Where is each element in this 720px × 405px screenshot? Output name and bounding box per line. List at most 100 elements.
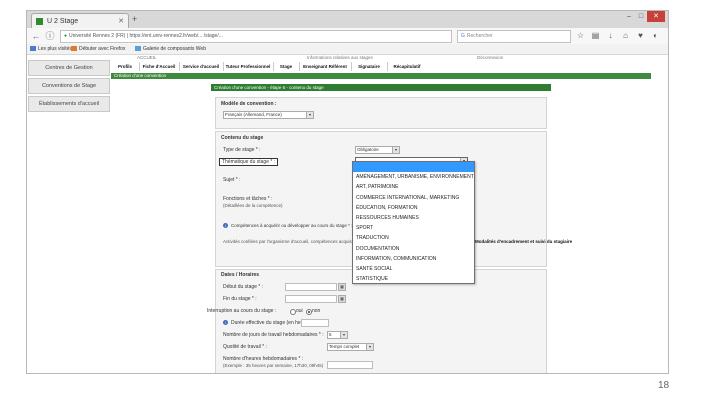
menu-item-welcome-form[interactable]: Fiche d'Accueil xyxy=(139,62,180,71)
tab-bar: U 2 Stage ✕ + – □ ✕ xyxy=(27,11,668,29)
url-text: Université Rennes 2 (FR) | https://ent.u… xyxy=(69,33,223,39)
dropdown-option[interactable]: AMÉNAGEMENT, URBANISME, ENVIRONNEMENT xyxy=(353,172,474,182)
info-icon: i xyxy=(223,320,228,325)
navigation-bar: ← ⓘ ● Université Rennes 2 (FR) | https://… xyxy=(27,28,668,45)
toolbar-icons: ☆ ▤ ↓ ⌂ ♥ ◐ ≡ xyxy=(575,30,668,41)
dropdown-option[interactable]: INFORMATION, COMMUNICATION xyxy=(353,254,474,264)
top-info-home[interactable]: ACCUEIL xyxy=(137,55,157,60)
days-label: Nombre de jours de travail hebdomadaires… xyxy=(223,332,324,338)
dropdown-option[interactable]: DOCUMENTATION xyxy=(353,244,474,254)
start-date-label: Début du stage * : xyxy=(223,284,264,290)
dropdown-option[interactable]: RESSOURCES HUMAINES xyxy=(353,213,474,223)
start-date-input[interactable] xyxy=(285,283,337,291)
dropdown-option[interactable]: STATISTIQUE xyxy=(353,274,474,284)
lock-icon: ● xyxy=(64,33,68,39)
pocket-icon[interactable]: ♥ xyxy=(635,30,646,41)
search-input[interactable]: G Rechercher xyxy=(457,30,571,43)
end-date-input[interactable] xyxy=(285,295,337,303)
dropdown-option[interactable]: SANTÉ SOCIAL xyxy=(353,264,474,274)
menu-item-host-service[interactable]: Service d'accueil xyxy=(179,62,224,71)
site-favicon-icon xyxy=(36,18,43,25)
back-icon[interactable]: ← xyxy=(30,30,42,42)
menu-icon[interactable]: ≡ xyxy=(665,30,668,41)
page-content: ACCUEIL Informations relatives aux stage… xyxy=(27,55,668,373)
dropdown-option[interactable]: SPORT xyxy=(353,223,474,233)
url-bar[interactable]: ● Université Rennes 2 (FR) | https://ent.… xyxy=(60,30,452,43)
minimize-icon[interactable]: – xyxy=(623,11,635,22)
creation-banner: Création d'une convention xyxy=(111,73,651,79)
chevron-down-icon: ▾ xyxy=(306,112,313,118)
dropdown-option[interactable]: ÉDUCATION, FORMATION xyxy=(353,203,474,213)
close-window-icon[interactable]: ✕ xyxy=(647,11,665,22)
model-select[interactable]: Français (Allemand, France) ▾ xyxy=(223,111,314,119)
interruption-label: Interruption au cours du stage : xyxy=(207,308,277,314)
schedule-select[interactable]: Temps complet ▾ xyxy=(327,343,374,351)
bookmark-web-slices[interactable]: Galerie de composants Web xyxy=(135,44,206,54)
bookmark-getting-started[interactable]: Débuter avec Firefox xyxy=(71,44,125,54)
schedule-value: Temps complet xyxy=(329,344,360,349)
type-label: Type de stage * : xyxy=(223,147,261,153)
dropdown-option[interactable] xyxy=(353,162,474,173)
radio-no-label: non xyxy=(312,308,321,314)
search-placeholder: Rechercher xyxy=(466,33,493,39)
menu-item-internship[interactable]: Stage xyxy=(273,62,300,71)
bookmark-most-visited[interactable]: Les plus visités xyxy=(30,44,72,54)
duration-input[interactable] xyxy=(301,319,329,327)
dropdown-option[interactable]: COMMERCE INTERNATIONAL, MARKETING xyxy=(353,193,474,203)
chevron-down-icon: ▾ xyxy=(366,344,373,350)
days-select[interactable]: 5 ▾ xyxy=(327,331,348,339)
search-engine-icon: G xyxy=(461,33,465,39)
main-menu: Profils Fiche d'Accueil Service d'accuei… xyxy=(111,62,668,71)
theme-label: Thématique du stage * : xyxy=(219,158,279,166)
extension-icon[interactable]: ◐ xyxy=(650,30,661,41)
calendar-icon[interactable]: ▦ xyxy=(338,295,346,303)
competences-label: Compétences à acquérir ou développer au … xyxy=(231,223,353,228)
maximize-icon[interactable]: □ xyxy=(635,11,647,22)
home-icon[interactable]: ⌂ xyxy=(620,30,631,41)
folder-icon xyxy=(30,46,36,51)
weekly-hours-hint: (Exemple : 35 heures par semaine, 17h30,… xyxy=(223,363,324,368)
sidebar-item-management-centers[interactable]: Centres de Gestion xyxy=(28,60,110,76)
sidebar-item-internship-agreements[interactable]: Conventions de Stage xyxy=(28,78,110,94)
bookmark-star-icon[interactable]: ☆ xyxy=(575,30,586,41)
radio-yes-label: oui xyxy=(296,308,303,314)
sidebar-item-host-establishments[interactable]: Établissements d'accueil xyxy=(28,96,110,112)
schedule-label: Quotité de travail * : xyxy=(223,344,267,350)
slide-page-number: 18 xyxy=(658,380,670,391)
download-icon[interactable]: ↓ xyxy=(605,30,616,41)
menu-item-profiles[interactable]: Profils xyxy=(111,62,140,71)
close-tab-icon[interactable]: ✕ xyxy=(118,14,124,29)
menu-item-signatory[interactable]: Signataire xyxy=(351,62,388,71)
menu-item-referent-teacher[interactable]: Enseignant Référent xyxy=(299,62,352,71)
window-controls: – □ ✕ xyxy=(623,11,665,23)
browser-tab[interactable]: U 2 Stage ✕ xyxy=(31,13,129,29)
functions-hint: (Détaillées de la compétence) xyxy=(223,203,283,208)
dropdown-option[interactable]: TRADUCTION xyxy=(353,233,474,243)
info-icon: i xyxy=(223,223,228,228)
dates-title: Dates / Horaires xyxy=(221,272,260,278)
content-title: Contenu du stage xyxy=(221,135,264,141)
type-value: Obligatoire xyxy=(357,147,379,152)
slide: U 2 Stage ✕ + – □ ✕ ← ⓘ ● Université Renn… xyxy=(0,0,720,405)
new-tab-icon[interactable]: + xyxy=(132,14,137,24)
subject-label: Sujet * : xyxy=(223,177,241,183)
supervision-label: Modalités d'encadrement et suivi du stag… xyxy=(475,239,573,244)
firefox-icon xyxy=(71,46,77,51)
top-info-strip: ACCUEIL Informations relatives aux stage… xyxy=(27,55,668,60)
chevron-down-icon: ▾ xyxy=(392,147,399,153)
weekly-hours-input[interactable] xyxy=(327,361,373,369)
menu-item-summary[interactable]: Récapitulatif xyxy=(387,62,427,71)
type-select[interactable]: Obligatoire ▾ xyxy=(355,146,400,154)
info-icon[interactable]: ⓘ xyxy=(44,30,56,42)
top-info-middle[interactable]: Informations relatives aux stages xyxy=(307,55,373,60)
web-slice-icon xyxy=(135,46,141,51)
menu-item-professional-tutor[interactable]: Tuteur Professionnel xyxy=(223,62,274,71)
theme-dropdown-list[interactable]: AMÉNAGEMENT, URBANISME, ENVIRONNEMENT AR… xyxy=(352,161,475,284)
calendar-icon[interactable]: ▦ xyxy=(338,283,346,291)
reading-list-icon[interactable]: ▤ xyxy=(590,30,601,41)
sidebar: Centres de Gestion Conventions de Stage … xyxy=(27,60,111,360)
dropdown-option[interactable]: ART, PATRIMOINE xyxy=(353,182,474,192)
browser-window: U 2 Stage ✕ + – □ ✕ ← ⓘ ● Université Renn… xyxy=(26,10,669,374)
top-info-logout[interactable]: Déconnexion xyxy=(477,55,503,60)
model-value: Français (Allemand, France) xyxy=(225,112,282,117)
